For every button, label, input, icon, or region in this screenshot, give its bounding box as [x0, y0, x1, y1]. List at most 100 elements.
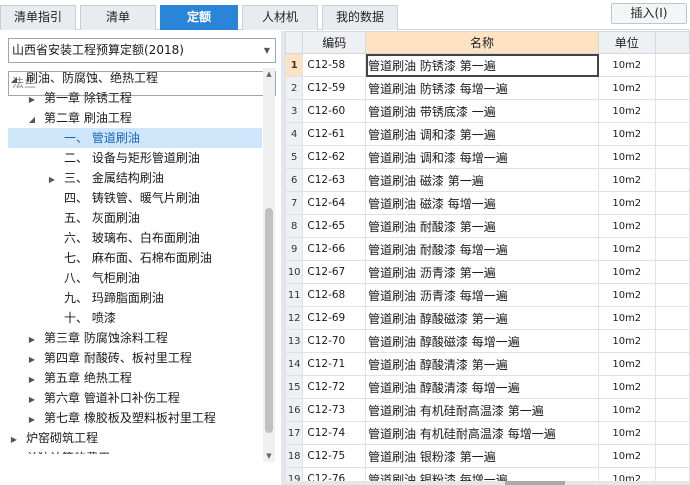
tree-node[interactable]: 五、 灰面刷油	[8, 208, 262, 228]
name-cell[interactable]: 管道刷油 磁漆 第一遍	[365, 168, 599, 192]
name-cell[interactable]: 管道刷油 耐酸漆 每增一遍	[365, 237, 599, 261]
unit-cell[interactable]: 10m2	[598, 421, 656, 445]
table-row[interactable]: 4 C12-61 管道刷油 调和漆 第一遍 10m2	[285, 122, 690, 146]
table-row[interactable]: 18 C12-75 管道刷油 银粉漆 第一遍 10m2	[285, 444, 690, 468]
extra-cell[interactable]	[654, 283, 690, 307]
row-number-cell[interactable]: 12	[285, 306, 304, 330]
table-row[interactable]: 12 C12-69 管道刷油 醇酸磁漆 第一遍 10m2	[285, 306, 690, 330]
scroll-up-icon[interactable]: ▲	[263, 68, 275, 80]
table-horizontal-scrollbar-thumb[interactable]	[505, 481, 565, 485]
table-row[interactable]: 7 C12-64 管道刷油 磁漆 每增一遍 10m2	[285, 191, 690, 215]
code-cell[interactable]: C12-59	[302, 76, 367, 100]
insert-button[interactable]: 插入(I)	[611, 3, 687, 24]
collapsed-caret-icon[interactable]: ▶	[46, 170, 58, 190]
unit-column-header[interactable]: 单位	[598, 31, 656, 54]
table-row[interactable]: 9 C12-66 管道刷油 耐酸漆 每增一遍 10m2	[285, 237, 690, 261]
extra-cell[interactable]	[654, 352, 690, 376]
tree-node[interactable]: ▶ 第四章 耐酸砖、板衬里工程	[8, 348, 262, 368]
tree-node[interactable]: 六、 玻璃布、白布面刷油	[8, 228, 262, 248]
row-number-cell[interactable]: 4	[285, 122, 304, 146]
unit-cell[interactable]: 10m2	[598, 283, 656, 307]
table-row[interactable]: 1 C12-58 管道刷油 防锈漆 第一遍 10m2	[285, 53, 690, 77]
extra-column-header[interactable]	[654, 31, 690, 54]
name-cell[interactable]: 管道刷油 醇酸清漆 每增一遍	[365, 375, 599, 399]
unit-cell[interactable]: 10m2	[598, 191, 656, 215]
name-cell[interactable]: 管道刷油 调和漆 每增一遍	[365, 145, 599, 169]
tab-quota[interactable]: 定额	[160, 5, 238, 30]
tree-node[interactable]: 十、 喷漆	[8, 308, 262, 328]
extra-cell[interactable]	[654, 306, 690, 330]
unit-cell[interactable]: 10m2	[598, 260, 656, 284]
unit-cell[interactable]: 10m2	[598, 329, 656, 353]
code-cell[interactable]: C12-69	[302, 306, 367, 330]
extra-cell[interactable]	[654, 421, 690, 445]
code-cell[interactable]: C12-72	[302, 375, 367, 399]
code-cell[interactable]: C12-62	[302, 145, 367, 169]
tree-node[interactable]: ▶ 第六章 管道补口补伤工程	[8, 388, 262, 408]
extra-cell[interactable]	[654, 53, 690, 77]
row-number-cell[interactable]: 5	[285, 145, 304, 169]
collapsed-caret-icon[interactable]: ▶	[8, 430, 20, 450]
name-cell[interactable]: 管道刷油 防锈漆 每增一遍	[365, 76, 599, 100]
unit-cell[interactable]: 10m2	[598, 375, 656, 399]
unit-cell[interactable]: 10m2	[598, 398, 656, 422]
unit-cell[interactable]: 10m2	[598, 122, 656, 146]
tree-node[interactable]: 七、 麻布面、石棉布面刷油	[8, 248, 262, 268]
name-cell[interactable]: 管道刷油 银粉漆 第一遍	[365, 444, 599, 468]
tree-scrollbar[interactable]: ▲ ▼	[263, 68, 275, 462]
unit-cell[interactable]: 10m2	[598, 444, 656, 468]
code-cell[interactable]: C12-60	[302, 99, 367, 123]
tree-node[interactable]: 一、 管道刷油	[8, 128, 262, 148]
unit-cell[interactable]: 10m2	[598, 145, 656, 169]
code-cell[interactable]: C12-75	[302, 444, 367, 468]
tree-node[interactable]: ▶ 第七章 橡胶板及塑料板衬里工程	[8, 408, 262, 428]
table-row[interactable]: 2 C12-59 管道刷油 防锈漆 每增一遍 10m2	[285, 76, 690, 100]
name-cell[interactable]: 管道刷油 有机硅耐高温漆 每增一遍	[365, 421, 599, 445]
extra-cell[interactable]	[654, 260, 690, 284]
name-cell[interactable]: 管道刷油 调和漆 第一遍	[365, 122, 599, 146]
extra-cell[interactable]	[654, 168, 690, 192]
collapsed-caret-icon[interactable]: ▶	[26, 90, 38, 110]
table-row[interactable]: 10 C12-67 管道刷油 沥青漆 第一遍 10m2	[285, 260, 690, 284]
tree-node[interactable]: 二、 设备与矩形管道刷油	[8, 148, 262, 168]
code-column-header[interactable]: 编码	[302, 31, 367, 54]
name-cell[interactable]: 管道刷油 耐酸漆 第一遍	[365, 214, 599, 238]
extra-cell[interactable]	[654, 145, 690, 169]
table-row[interactable]: 17 C12-74 管道刷油 有机硅耐高温漆 每增一遍 10m2	[285, 421, 690, 445]
row-number-cell[interactable]: 7	[285, 191, 304, 215]
tree-node[interactable]: ▶ 第三章 防腐蚀涂料工程	[8, 328, 262, 348]
name-cell[interactable]: 管道刷油 沥青漆 每增一遍	[365, 283, 599, 307]
table-horizontal-scrollbar[interactable]	[285, 481, 690, 485]
unit-cell[interactable]: 10m2	[598, 306, 656, 330]
extra-cell[interactable]	[654, 398, 690, 422]
row-number-cell[interactable]: 13	[285, 329, 304, 353]
row-number-cell[interactable]: 3	[285, 99, 304, 123]
expanded-caret-icon[interactable]: ◢	[8, 70, 20, 90]
name-cell[interactable]: 管道刷油 防锈漆 第一遍	[365, 53, 599, 77]
code-cell[interactable]: C12-71	[302, 352, 367, 376]
row-number-cell[interactable]: 1	[285, 53, 304, 77]
code-cell[interactable]: C12-64	[302, 191, 367, 215]
unit-cell[interactable]: 10m2	[598, 352, 656, 376]
code-cell[interactable]: C12-61	[302, 122, 367, 146]
code-cell[interactable]: C12-73	[302, 398, 367, 422]
tree-node[interactable]: 四、 铸铁管、暖气片刷油	[8, 188, 262, 208]
tree-node[interactable]: 八、 气柜刷油	[8, 268, 262, 288]
code-cell[interactable]: C12-66	[302, 237, 367, 261]
extra-cell[interactable]	[654, 444, 690, 468]
tree-node[interactable]: ▶ 第五章 绝热工程	[8, 368, 262, 388]
collapsed-caret-icon[interactable]: ▶	[26, 390, 38, 410]
unit-cell[interactable]: 10m2	[598, 237, 656, 261]
code-cell[interactable]: C12-58	[302, 53, 367, 77]
tree-node[interactable]: ▶ 单独计算的费用	[8, 448, 262, 454]
collapsed-caret-icon[interactable]: ▶	[26, 370, 38, 390]
name-cell[interactable]: 管道刷油 醇酸磁漆 每增一遍	[365, 329, 599, 353]
tab-labor-material-machine[interactable]: 人材机	[242, 5, 318, 30]
tree-node[interactable]: ◢ 刷油、防腐蚀、绝热工程	[8, 68, 262, 88]
table-row[interactable]: 8 C12-65 管道刷油 耐酸漆 第一遍 10m2	[285, 214, 690, 238]
scroll-down-icon[interactable]: ▼	[263, 450, 275, 462]
unit-cell[interactable]: 10m2	[598, 214, 656, 238]
code-cell[interactable]: C12-70	[302, 329, 367, 353]
expanded-caret-icon[interactable]: ◢	[26, 110, 38, 130]
table-row[interactable]: 13 C12-70 管道刷油 醇酸磁漆 每增一遍 10m2	[285, 329, 690, 353]
